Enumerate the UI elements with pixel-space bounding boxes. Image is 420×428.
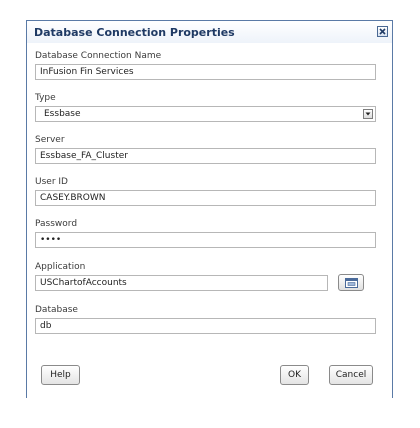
- cancel-button[interactable]: Cancel: [329, 365, 373, 385]
- database-connection-properties-dialog: Database Connection Properties Database …: [26, 20, 393, 398]
- browse-icon: [345, 278, 358, 288]
- password-label: Password: [35, 219, 78, 229]
- user-id-field[interactable]: CASEY.BROWN: [35, 190, 376, 206]
- connection-name-label: Database Connection Name: [35, 51, 162, 61]
- help-button[interactable]: Help: [41, 365, 80, 385]
- type-select[interactable]: Essbase: [35, 106, 376, 122]
- type-label: Type: [35, 93, 56, 103]
- dialog-body: Database Connection Name InFusion Fin Se…: [27, 43, 392, 398]
- database-field[interactable]: db: [35, 318, 376, 334]
- type-select-value: Essbase: [44, 109, 81, 119]
- database-label: Database: [35, 305, 78, 315]
- chevron-down-icon[interactable]: [363, 109, 373, 119]
- password-field[interactable]: ••••: [35, 232, 376, 248]
- user-id-label: User ID: [35, 177, 68, 187]
- application-field[interactable]: USChartofAccounts: [35, 275, 328, 291]
- dialog-titlebar: Database Connection Properties: [27, 21, 392, 43]
- ok-button[interactable]: OK: [280, 365, 309, 385]
- server-label: Server: [35, 135, 65, 145]
- dialog-title: Database Connection Properties: [34, 26, 235, 39]
- server-field[interactable]: Essbase_FA_Cluster: [35, 148, 376, 164]
- connection-name-field[interactable]: InFusion Fin Services: [35, 64, 376, 80]
- browse-button[interactable]: [338, 274, 364, 291]
- close-icon[interactable]: [377, 26, 388, 37]
- application-label: Application: [35, 262, 86, 272]
